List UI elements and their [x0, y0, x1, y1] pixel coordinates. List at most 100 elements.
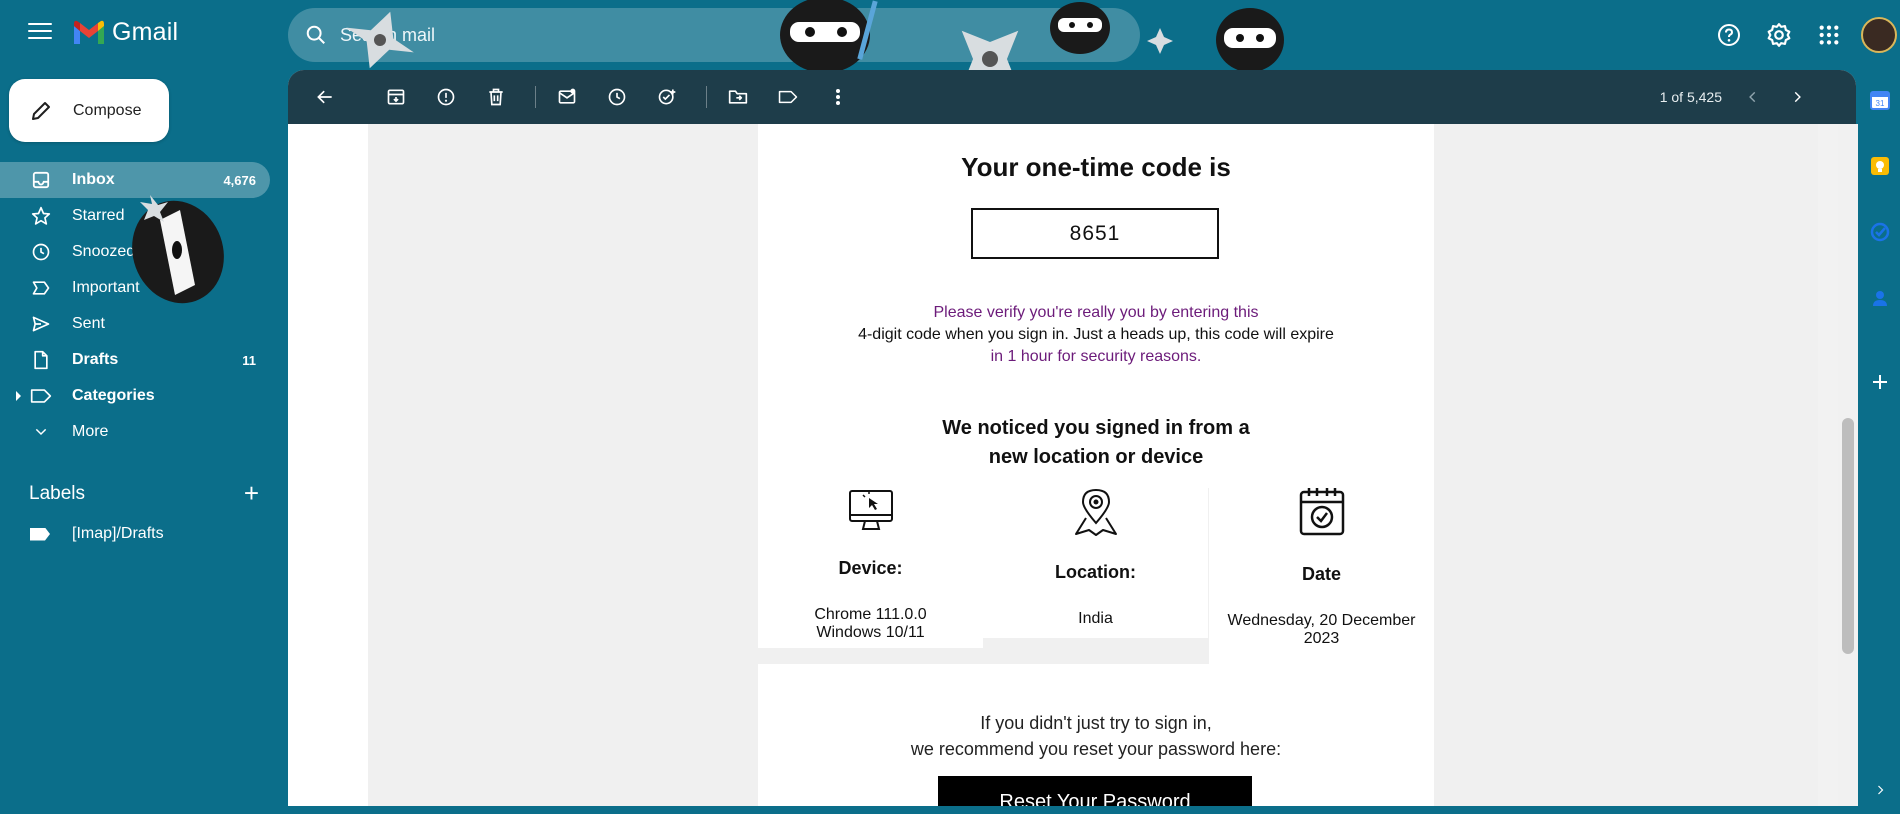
nav-item-more[interactable]: More — [0, 414, 270, 450]
nav-item-snoozed[interactable]: Snoozed — [0, 234, 270, 270]
date-column: Date Wednesday, 20 December 2023 — [1209, 488, 1434, 664]
clock-icon — [30, 241, 52, 263]
compose-label: Compose — [73, 101, 142, 119]
pencil-icon — [32, 101, 50, 120]
date-value: Wednesday, 20 December 2023 — [1209, 612, 1434, 648]
nav-label: Sent — [72, 315, 105, 332]
verify-line: 4-digit code when you sign in. Just a he… — [858, 326, 1334, 343]
nav-item-categories[interactable]: Categories — [0, 378, 270, 414]
expand-caret-icon[interactable] — [16, 391, 21, 401]
snooze-clock-icon[interactable] — [596, 76, 638, 118]
email-body-background: Your one-time code is 8651 Please verify… — [368, 124, 1818, 806]
notice-line: We noticed you signed in from a — [942, 417, 1250, 439]
device-label: Device: — [838, 558, 903, 578]
nav-label: Categories — [72, 387, 155, 404]
calendar-icon[interactable]: 31 — [1868, 88, 1892, 112]
notice-line: new location or device — [988, 446, 1204, 468]
nav-label: Drafts — [72, 351, 119, 368]
device-os: Windows 10/11 — [816, 624, 925, 641]
top-right-actions — [1708, 14, 1900, 56]
location-label: Location: — [1055, 562, 1136, 582]
draft-icon — [30, 349, 52, 371]
location-column: Location: India — [983, 488, 1208, 638]
mark-unread-icon[interactable] — [546, 76, 588, 118]
account-avatar[interactable] — [1861, 17, 1897, 53]
apps-grid-icon[interactable] — [1808, 14, 1850, 56]
nav-label: Important — [72, 279, 140, 296]
unread-count: 4,676 — [223, 172, 256, 188]
pager-text: 1 of 5,425 — [1659, 89, 1722, 105]
add-to-tasks-icon[interactable] — [646, 76, 688, 118]
settings-gear-icon[interactable] — [1758, 14, 1800, 56]
main-menu-button[interactable] — [28, 23, 52, 41]
message-toolbar: 1 of 5,425 — [288, 70, 1856, 124]
search-bar[interactable] — [288, 8, 1140, 62]
add-addon-plus-icon[interactable] — [1868, 370, 1892, 394]
back-arrow-icon[interactable] — [304, 76, 346, 118]
gmail-logo[interactable]: Gmail — [72, 18, 178, 47]
svg-text:31: 31 — [1876, 99, 1885, 108]
nav-item-important[interactable]: Important — [0, 270, 270, 306]
otp-code: 8651 — [971, 208, 1219, 259]
label-name: [Imap]/Drafts — [72, 525, 164, 542]
side-panel: 31 — [1858, 70, 1900, 814]
device-value: Chrome 111.0.0 Windows 10/11 — [758, 606, 983, 642]
move-to-folder-icon[interactable] — [717, 76, 759, 118]
location-pin-icon — [1074, 488, 1117, 536]
device-browser: Chrome 111.0.0 — [814, 606, 927, 623]
date-line: Wednesday, 20 December — [1227, 612, 1416, 629]
label-tag-icon[interactable] — [767, 76, 809, 118]
label-icon — [30, 385, 52, 407]
nav-label: Starred — [72, 207, 125, 224]
message-viewport: Your one-time code is 8651 Please verify… — [288, 124, 1818, 806]
verify-message: Please verify you're really you by enter… — [798, 302, 1394, 368]
keep-icon[interactable] — [1868, 154, 1892, 178]
archive-icon[interactable] — [375, 76, 417, 118]
label-tag-icon — [30, 527, 50, 541]
label-item-imap-drafts[interactable]: [Imap]/Drafts — [0, 516, 270, 552]
drafts-count: 11 — [242, 352, 256, 368]
verify-line: Please verify you're really you by enter… — [933, 304, 1259, 321]
nav-item-starred[interactable]: Starred — [0, 198, 270, 234]
delete-trash-icon[interactable] — [475, 76, 517, 118]
nav-item-drafts[interactable]: Drafts 11 — [0, 342, 270, 378]
search-icon[interactable] — [302, 21, 330, 49]
location-value: India — [1078, 610, 1113, 627]
reset-password-button[interactable]: Reset Your Password — [938, 776, 1252, 806]
chevron-left-icon[interactable] — [1740, 84, 1766, 110]
date-label: Date — [1301, 564, 1341, 584]
report-spam-icon[interactable] — [425, 76, 467, 118]
inbox-icon — [30, 169, 52, 191]
nav-item-inbox[interactable]: Inbox 4,676 — [0, 162, 270, 198]
labels-heading: Labels — [29, 482, 85, 504]
nav-label: More — [72, 423, 109, 440]
date-line: 2023 — [1303, 630, 1340, 647]
theme-shuriken-icon — [1147, 28, 1173, 54]
gmail-m-icon — [74, 20, 104, 44]
verify-line: in 1 hour for security reasons. — [990, 348, 1202, 365]
email-card: Your one-time code is 8651 Please verify… — [758, 124, 1434, 806]
labels-header: Labels + — [29, 478, 265, 509]
tasks-icon[interactable] — [1868, 220, 1892, 244]
expand-panel-chevron-icon[interactable] — [1868, 778, 1892, 802]
contacts-icon[interactable] — [1868, 286, 1892, 310]
chevron-right-icon[interactable] — [1784, 84, 1810, 110]
pagination: 1 of 5,425 — [1660, 70, 1810, 124]
send-icon — [30, 313, 52, 335]
app-name: Gmail — [112, 18, 179, 46]
more-vertical-icon[interactable] — [817, 76, 859, 118]
search-options-icon[interactable] — [836, 23, 860, 52]
star-icon — [30, 205, 52, 227]
device-column: Device: Chrome 111.0.0 Windows 10/11 — [758, 488, 983, 648]
help-icon[interactable] — [1708, 14, 1750, 56]
nav-label: Inbox — [72, 171, 115, 188]
message-scrollbar[interactable] — [1838, 124, 1858, 806]
compose-button[interactable]: Compose — [9, 79, 169, 142]
reset-prompt: If you didn't just try to sign in, we re… — [758, 710, 1434, 762]
mail-nav: Inbox 4,676 Starred Snoozed Important Se… — [0, 162, 270, 450]
nav-item-sent[interactable]: Sent — [0, 306, 270, 342]
scrollbar-thumb[interactable] — [1842, 418, 1854, 654]
add-label-button[interactable]: + — [244, 478, 259, 509]
important-icon — [30, 277, 52, 299]
calendar-check-icon — [1299, 488, 1344, 536]
